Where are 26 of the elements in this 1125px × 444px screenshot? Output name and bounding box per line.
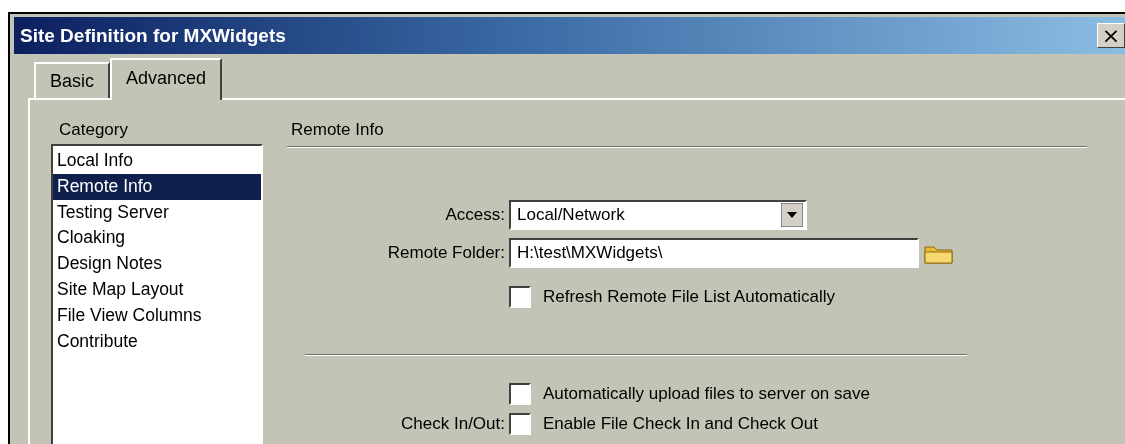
window-title: Site Definition for MXWidgets (20, 24, 286, 47)
category-item[interactable]: Site Map Layout (53, 277, 261, 303)
remote-folder-label: Remote Folder: (386, 243, 505, 263)
close-button[interactable]: × (1097, 23, 1125, 48)
category-item[interactable]: Design Notes (53, 251, 261, 277)
checkbox-label: Enable File Check In and Check Out (543, 414, 818, 434)
category-item[interactable]: File View Columns (53, 302, 261, 329)
category-item[interactable]: Remote Info (53, 173, 261, 200)
checkbox[interactable] (509, 286, 531, 308)
section-title: Remote Info (290, 120, 385, 140)
remote-folder-field[interactable]: H:\test\MXWidgets\ (509, 238, 919, 268)
checkbox-label: Automatically upload files to server on save (543, 384, 870, 404)
access-label: Access: (444, 205, 505, 225)
dropdown-arrow-icon[interactable] (781, 203, 803, 227)
access-dropdown[interactable]: Local/Network (509, 200, 807, 230)
tab[interactable]: Basic (34, 62, 110, 98)
category-item[interactable]: Cloaking (53, 225, 261, 252)
check-in-out-label: Check In/Out: (400, 414, 505, 434)
checkbox[interactable] (509, 413, 531, 435)
category-item[interactable]: Local Info (53, 148, 261, 174)
checkbox-label: Refresh Remote File List Automatically (543, 287, 835, 307)
checkbox[interactable] (509, 383, 531, 405)
tab[interactable]: Advanced (110, 58, 223, 100)
category-label: Category (58, 120, 129, 140)
category-item[interactable]: Testing Server (53, 199, 261, 226)
category-item[interactable]: Contribute (53, 328, 261, 355)
